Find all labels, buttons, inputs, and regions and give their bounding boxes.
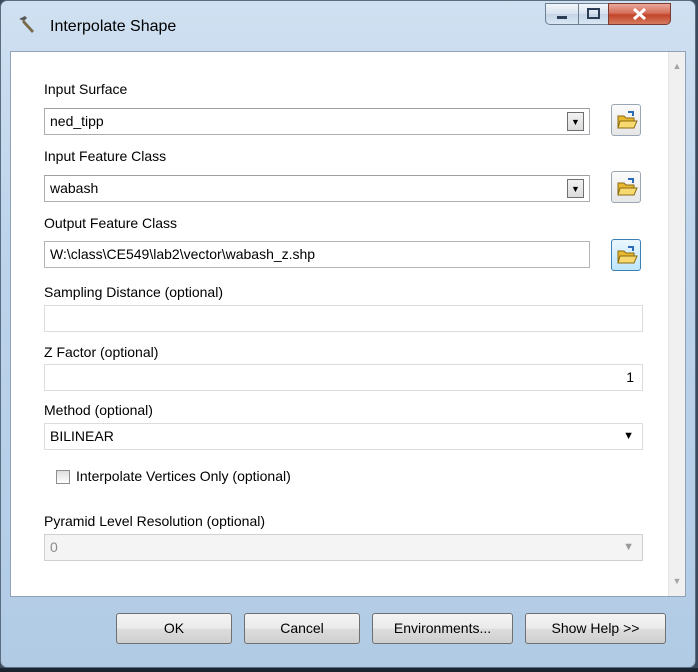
dropdown-arrow-icon: ▼ [623, 541, 634, 553]
hammer-icon [16, 14, 36, 34]
output-feature-class-value: W:\class\CE549\lab2\vector\wabash_z.shp [50, 246, 316, 262]
ok-button[interactable]: OK [116, 613, 232, 644]
pyramid-level-select: 0 ▼ [44, 534, 643, 561]
maximize-icon [587, 8, 600, 19]
browse-input-surface-button[interactable] [611, 104, 641, 136]
minimize-icon [557, 16, 567, 19]
method-select[interactable]: BILINEAR ▼ [44, 423, 643, 450]
taskbar-edge [0, 668, 698, 672]
dropdown-arrow-icon: ▼ [623, 430, 634, 442]
z-factor-input[interactable]: 1 [44, 364, 643, 391]
sampling-distance-input[interactable] [44, 305, 643, 332]
z-factor-label: Z Factor (optional) [44, 344, 159, 360]
open-folder-icon [617, 246, 638, 264]
z-factor-value: 1 [626, 369, 634, 385]
pyramid-level-label: Pyramid Level Resolution (optional) [44, 513, 265, 529]
input-feature-class-label: Input Feature Class [44, 148, 167, 164]
dialog-window: Interpolate Shape ▲ ▼ Input Surface ned_… [0, 0, 696, 668]
pyramid-level-value: 0 [50, 539, 58, 555]
maximize-button[interactable] [578, 3, 609, 25]
cancel-button[interactable]: Cancel [244, 613, 360, 644]
scroll-down-icon[interactable]: ▼ [669, 573, 685, 590]
close-icon [632, 7, 647, 21]
open-folder-icon [617, 111, 638, 129]
close-button[interactable] [608, 3, 671, 25]
window-title: Interpolate Shape [50, 18, 177, 35]
output-feature-class-input[interactable]: W:\class\CE549\lab2\vector\wabash_z.shp [44, 241, 590, 268]
interpolate-vertices-checkbox[interactable] [56, 470, 70, 484]
dropdown-arrow-icon[interactable]: ▼ [567, 179, 584, 198]
vertical-scrollbar[interactable]: ▲ ▼ [668, 52, 685, 596]
open-folder-icon [617, 178, 638, 196]
input-surface-label: Input Surface [44, 81, 128, 97]
show-help-button[interactable]: Show Help >> [525, 613, 666, 644]
browse-output-feature-class-button[interactable] [611, 239, 641, 271]
scroll-up-icon[interactable]: ▲ [669, 58, 685, 75]
input-surface-value: ned_tipp [50, 113, 104, 129]
title-bar[interactable]: Interpolate Shape [1, 1, 695, 51]
minimize-button[interactable] [545, 3, 579, 25]
method-label: Method (optional) [44, 402, 153, 418]
sampling-distance-label: Sampling Distance (optional) [44, 284, 223, 300]
input-feature-class-combo[interactable]: wabash ▼ [44, 175, 590, 202]
input-surface-combo[interactable]: ned_tipp ▼ [44, 108, 590, 135]
dropdown-arrow-icon[interactable]: ▼ [567, 112, 584, 131]
input-feature-class-value: wabash [50, 180, 99, 196]
method-value: BILINEAR [50, 428, 114, 444]
interpolate-vertices-label: Interpolate Vertices Only (optional) [76, 468, 291, 484]
output-feature-class-label: Output Feature Class [44, 215, 178, 231]
environments-button[interactable]: Environments... [372, 613, 513, 644]
browse-input-feature-class-button[interactable] [611, 171, 641, 203]
